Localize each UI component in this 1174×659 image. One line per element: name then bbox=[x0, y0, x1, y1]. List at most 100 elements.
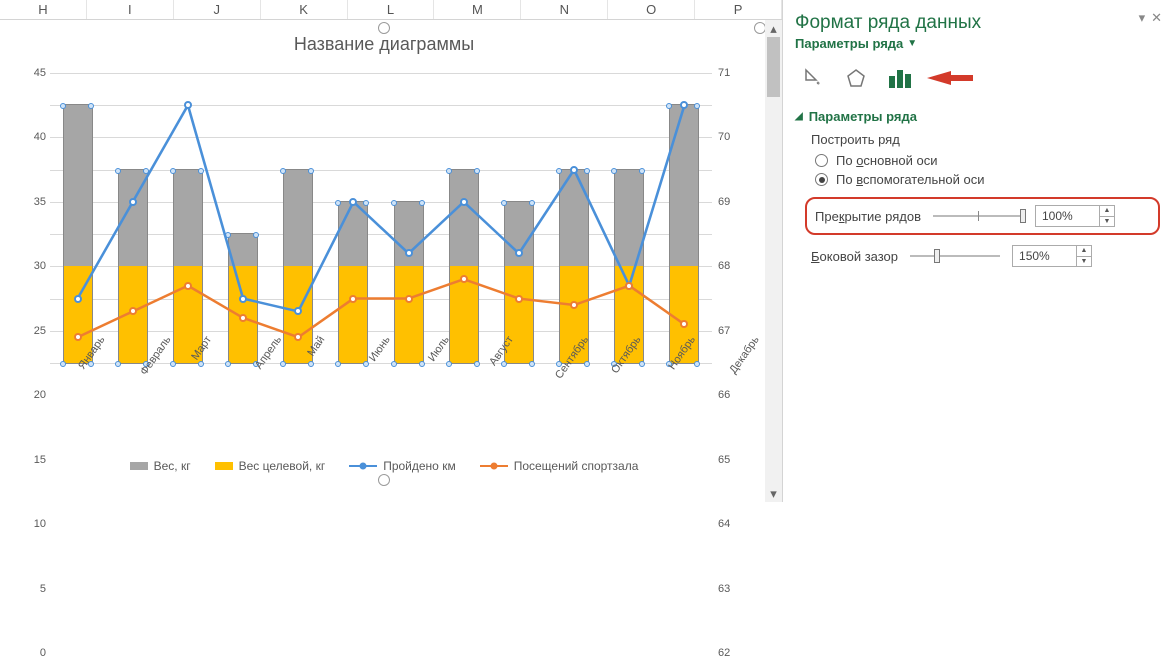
scroll-track[interactable] bbox=[765, 37, 782, 485]
line-marker[interactable] bbox=[239, 295, 247, 303]
chart-legend[interactable]: Вес, кг Вес целевой, кг Пройдено км Посе… bbox=[30, 452, 738, 480]
category-label: Сентябрь bbox=[553, 334, 591, 381]
scroll-up-button[interactable]: ▴ bbox=[765, 20, 782, 37]
radio-label: По вспомогательной оси bbox=[836, 172, 985, 187]
legend-label: Пройдено км bbox=[383, 459, 456, 473]
format-tabs bbox=[795, 65, 1160, 91]
legend-label: Вес, кг bbox=[154, 459, 191, 473]
slider-handle[interactable] bbox=[934, 249, 940, 263]
gap-label: Боковой зазор bbox=[811, 249, 898, 264]
line-marker[interactable] bbox=[515, 295, 523, 303]
category-label: Июнь bbox=[366, 334, 392, 364]
column-header[interactable]: I bbox=[87, 0, 174, 19]
section-header[interactable]: ◢ Параметры ряда bbox=[795, 109, 1160, 124]
legend-entry-target[interactable]: Вес целевой, кг bbox=[215, 459, 326, 473]
line-marker[interactable] bbox=[460, 198, 468, 206]
column-header[interactable]: O bbox=[608, 0, 695, 19]
overlap-input[interactable]: 100% ▲▼ bbox=[1035, 205, 1115, 227]
task-pane-options-icon[interactable]: ▾ bbox=[1139, 10, 1146, 26]
primary-axis-radio[interactable]: По основной оси bbox=[815, 153, 1160, 168]
column-header[interactable]: K bbox=[261, 0, 348, 19]
spin-up[interactable]: ▲ bbox=[1100, 206, 1114, 217]
line-marker[interactable] bbox=[294, 307, 302, 315]
legend-label: Вес целевой, кг bbox=[239, 459, 326, 473]
plot-series-on-label: Построить ряд bbox=[811, 132, 1160, 147]
chart-object[interactable]: Название диаграммы 454035302520151050 71… bbox=[6, 34, 762, 486]
category-label: Май bbox=[305, 334, 327, 359]
gap-value: 150% bbox=[1013, 249, 1076, 263]
category-label: Октябрь bbox=[609, 334, 643, 376]
secondary-axis: 71706968676665646362 bbox=[718, 73, 742, 363]
gap-slider[interactable] bbox=[910, 255, 1000, 257]
spin-up[interactable]: ▲ bbox=[1077, 246, 1091, 257]
plot-area-wrapper: 454035302520151050 71706968676665646362 bbox=[26, 73, 736, 363]
gap-width-control: Боковой зазор 150% ▲▼ bbox=[811, 245, 1160, 267]
vertical-scrollbar[interactable]: ▴ ▾ bbox=[765, 20, 782, 502]
selection-handle[interactable] bbox=[378, 22, 390, 34]
radio-icon bbox=[815, 173, 828, 186]
category-label: Июль bbox=[425, 334, 451, 364]
section-title: Параметры ряда bbox=[809, 109, 917, 124]
chart-title[interactable]: Название диаграммы bbox=[6, 34, 762, 55]
line-marker[interactable] bbox=[349, 295, 357, 303]
series-options-tab[interactable] bbox=[887, 65, 913, 91]
legend-entry-weight[interactable]: Вес, кг bbox=[130, 459, 191, 473]
line-marker[interactable] bbox=[570, 166, 578, 174]
chevron-down-icon: ▼ bbox=[907, 38, 917, 49]
radio-icon bbox=[815, 154, 828, 167]
column-header[interactable]: M bbox=[434, 0, 521, 19]
close-icon[interactable]: ✕ bbox=[1151, 10, 1162, 26]
legend-entry-km[interactable]: Пройдено км bbox=[349, 459, 456, 473]
annotation-arrow bbox=[927, 71, 951, 85]
column-header[interactable]: N bbox=[521, 0, 608, 19]
series-options-label: Параметры ряда bbox=[795, 36, 903, 51]
line-marker[interactable] bbox=[625, 282, 633, 290]
scroll-thumb[interactable] bbox=[767, 37, 780, 97]
legend-label: Посещений спортзала bbox=[514, 459, 639, 473]
column-header[interactable]: L bbox=[348, 0, 435, 19]
spin-down[interactable]: ▼ bbox=[1100, 217, 1114, 227]
fill-line-tab[interactable] bbox=[799, 65, 825, 91]
line-marker[interactable] bbox=[74, 295, 82, 303]
line-marker[interactable] bbox=[184, 101, 192, 109]
series-options-dropdown[interactable]: Параметры ряда ▼ bbox=[795, 36, 917, 51]
effects-tab[interactable] bbox=[843, 65, 869, 91]
column-header[interactable]: H bbox=[0, 0, 87, 19]
column-header[interactable]: P bbox=[695, 0, 782, 19]
secondary-axis-radio[interactable]: По вспомогательной оси bbox=[815, 172, 1160, 187]
line-marker[interactable] bbox=[405, 249, 413, 257]
slider-handle[interactable] bbox=[1020, 209, 1026, 223]
line-marker[interactable] bbox=[349, 198, 357, 206]
category-axis: ЯнварьФевральМартАпрельМайИюньИюльАвгуст… bbox=[30, 328, 738, 392]
overlap-label: Прекрытие рядов bbox=[815, 209, 921, 224]
pane-title: Формат ряда данных bbox=[795, 12, 1160, 34]
line-marker[interactable] bbox=[129, 307, 137, 315]
category-label: Март bbox=[189, 334, 214, 362]
line-marker[interactable] bbox=[239, 314, 247, 322]
gap-input[interactable]: 150% ▲▼ bbox=[1012, 245, 1092, 267]
category-label: Август bbox=[487, 334, 516, 368]
line-marker[interactable] bbox=[184, 282, 192, 290]
line-marker[interactable] bbox=[515, 249, 523, 257]
radio-label: По основной оси bbox=[836, 153, 938, 168]
line-marker[interactable] bbox=[570, 301, 578, 309]
line-marker[interactable] bbox=[405, 295, 413, 303]
series-overlap-control: Прекрытие рядов 100% ▲▼ bbox=[805, 197, 1160, 235]
category-label: Декабрь bbox=[727, 334, 761, 376]
collapse-icon: ◢ bbox=[795, 111, 803, 122]
overlap-slider[interactable] bbox=[933, 215, 1023, 217]
category-label: Апрель bbox=[252, 334, 283, 371]
scroll-down-button[interactable]: ▾ bbox=[765, 485, 782, 502]
column-header[interactable]: J bbox=[174, 0, 261, 19]
line-marker[interactable] bbox=[460, 275, 468, 283]
category-label: Ноябрь bbox=[666, 334, 698, 372]
overlap-value: 100% bbox=[1036, 209, 1099, 223]
annotation-arrow-line bbox=[949, 75, 973, 81]
line-marker[interactable] bbox=[129, 198, 137, 206]
category-label: Февраль bbox=[138, 334, 173, 378]
column-ruler: HIJKLMNOP bbox=[0, 0, 782, 20]
plot-area[interactable] bbox=[50, 73, 712, 363]
line-marker[interactable] bbox=[680, 101, 688, 109]
spin-down[interactable]: ▼ bbox=[1077, 257, 1091, 267]
legend-entry-gym[interactable]: Посещений спортзала bbox=[480, 459, 639, 473]
